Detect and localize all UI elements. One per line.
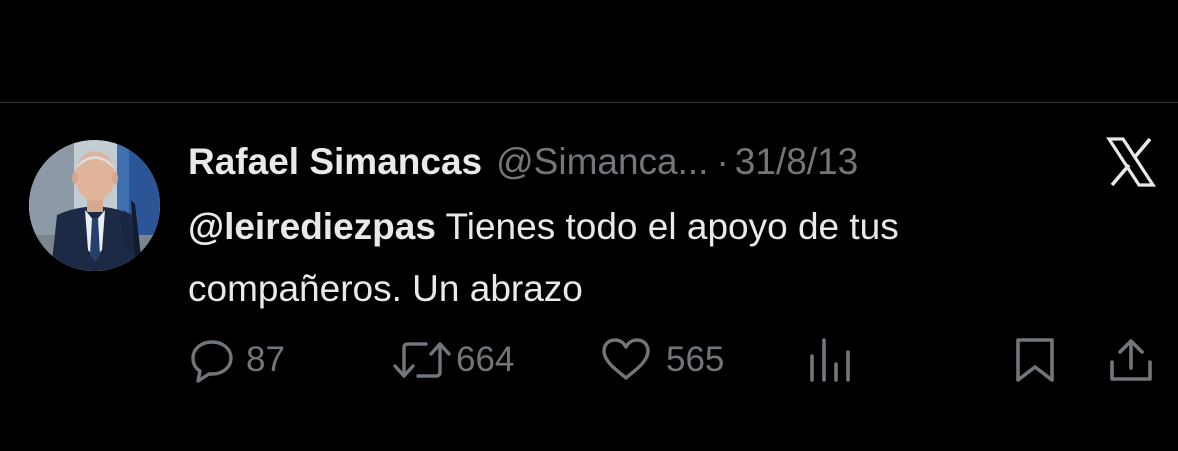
reply-count: 87 (246, 340, 285, 379)
bookmark-icon (1012, 336, 1058, 384)
share-icon (1106, 336, 1156, 384)
retweet-count: 664 (456, 340, 515, 379)
like-button[interactable]: 565 (600, 336, 724, 384)
tweet-header: Rafael Simancas @Simanca... · 31/8/13 (188, 138, 858, 186)
bookmark-button[interactable] (1012, 336, 1058, 384)
reply-icon (188, 336, 236, 384)
retweet-icon (392, 336, 452, 384)
avatar-photo (29, 140, 160, 271)
share-button[interactable] (1106, 336, 1156, 384)
author-name[interactable]: Rafael Simancas (188, 141, 482, 183)
heart-icon (600, 336, 652, 384)
author-handle[interactable]: @Simanca... (496, 141, 708, 183)
views-icon (806, 336, 854, 384)
mention-link[interactable]: @leirediezpas (188, 206, 436, 247)
action-bar: 87 664 565 (0, 336, 1178, 384)
avatar[interactable] (29, 140, 160, 271)
top-divider (0, 102, 1178, 103)
like-count: 565 (666, 340, 725, 379)
views-button[interactable] (806, 336, 854, 384)
tweet-date[interactable]: 31/8/13 (735, 141, 858, 183)
header-separator: · (716, 141, 729, 182)
retweet-button[interactable]: 664 (392, 336, 514, 384)
tweet-body: @leirediezpas Tienes todo el apoyo de tu… (188, 196, 1088, 320)
x-logo-icon (1106, 137, 1156, 187)
reply-button[interactable]: 87 (188, 336, 285, 384)
